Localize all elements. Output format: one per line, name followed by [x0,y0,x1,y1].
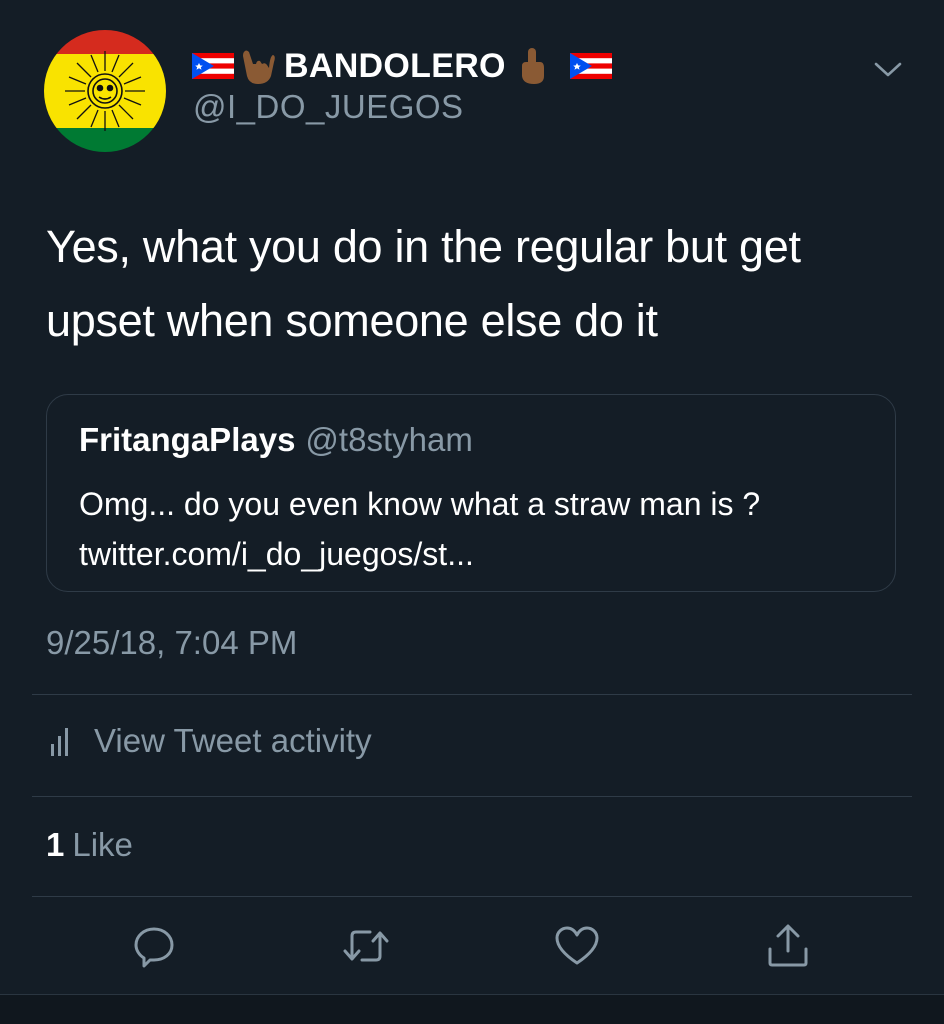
quoted-author-handle: @t8styham [305,421,473,458]
like-button[interactable] [553,922,601,970]
quoted-tweet-header: FritangaPlays @t8styham [79,421,473,459]
tweet-text: Yes, what you do in the regular but get … [46,221,801,346]
author-handle[interactable]: @I_DO_JUEGOS [193,88,464,126]
author-name-row[interactable]: BANDOLERO [192,40,612,92]
avatar[interactable] [44,30,166,152]
likes-label: Like [72,826,133,863]
divider [32,896,912,897]
chevron-down-icon[interactable] [872,58,904,80]
view-tweet-activity-button[interactable]: View Tweet activity [46,722,372,760]
reply-icon [134,927,174,968]
view-tweet-activity-label: View Tweet activity [94,722,372,759]
reply-button[interactable] [130,922,178,970]
tweet-detail-view: BANDOLERO @I_DO_JUEGOS Yes, what you do … [0,0,944,1024]
call-me-hand-icon [243,50,275,84]
retweet-icon [343,930,389,962]
bottom-bar [0,994,944,1024]
pointing-up-icon [521,48,544,84]
quoted-author-name: FritangaPlays [79,421,296,458]
divider [32,694,912,695]
bar-chart-icon [51,728,68,756]
share-button[interactable] [764,922,812,970]
sun-flag-avatar-image [44,30,166,152]
likes-count: 1 [46,826,65,863]
puerto-rico-flag-icon [569,53,612,79]
puerto-rico-flag-icon [192,53,234,79]
quoted-tweet-card[interactable]: FritangaPlays @t8styham Omg... do you eve… [46,394,896,592]
divider [32,796,912,797]
share-icon [768,924,808,967]
like-icon [555,926,599,965]
quoted-tweet-text: Omg... do you even know what a straw man… [79,486,761,572]
tweet-timestamp: 9/25/18, 7:04 PM [46,624,298,661]
retweet-button[interactable] [342,922,390,970]
display-name: BANDOLERO [284,46,506,85]
likes-summary[interactable]: 1 Like [46,826,133,864]
